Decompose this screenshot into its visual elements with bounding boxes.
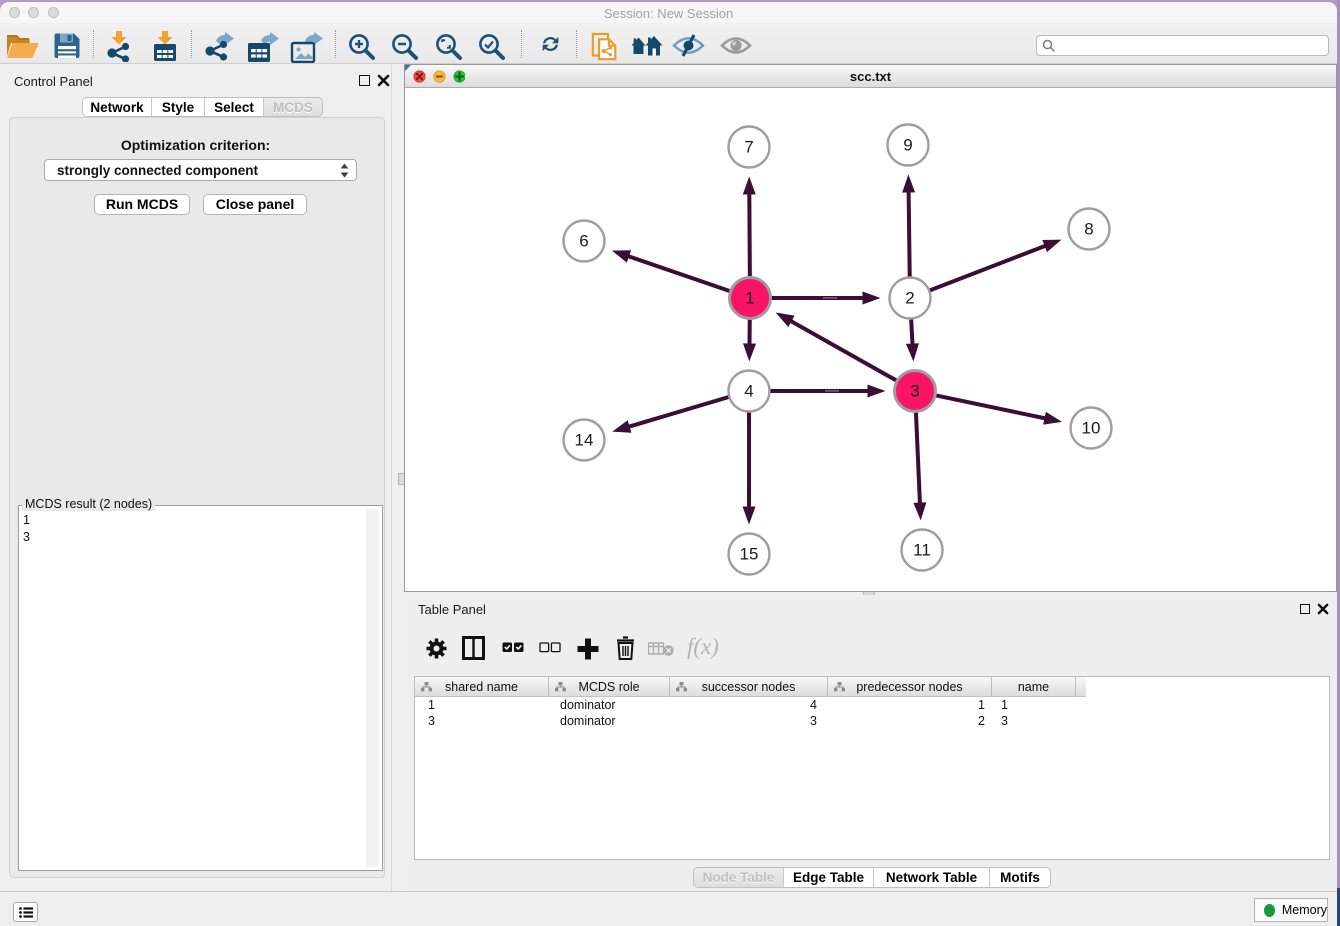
- svg-text:4: 4: [744, 382, 753, 401]
- svg-text:9: 9: [903, 136, 912, 155]
- svg-text:10: 10: [1082, 419, 1101, 438]
- svg-text:8: 8: [1084, 220, 1093, 239]
- svg-text:14: 14: [575, 431, 594, 450]
- svg-text:2: 2: [905, 289, 914, 308]
- svg-text:1: 1: [745, 289, 754, 308]
- svg-text:11: 11: [913, 541, 931, 560]
- svg-text:7: 7: [744, 138, 753, 157]
- svg-text:6: 6: [579, 232, 588, 251]
- svg-text:3: 3: [910, 382, 919, 401]
- svg-text:15: 15: [740, 545, 759, 564]
